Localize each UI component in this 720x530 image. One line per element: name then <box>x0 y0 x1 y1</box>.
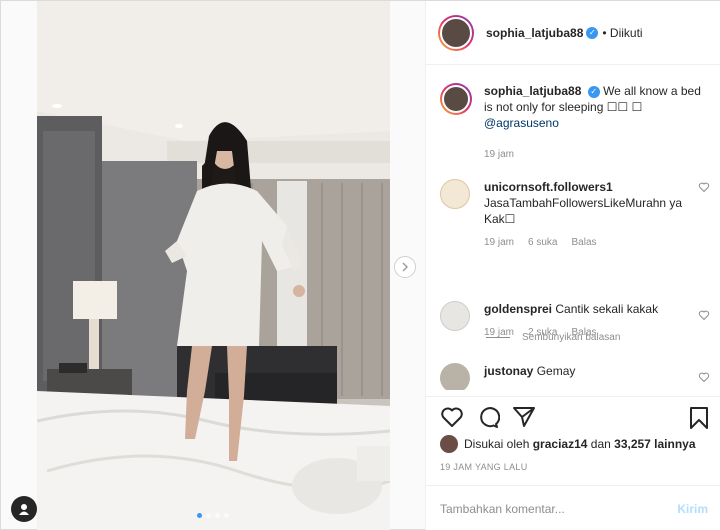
caption-mention[interactable]: @agrasuseno <box>484 116 559 130</box>
caption-avatar[interactable] <box>440 83 472 115</box>
comment-time[interactable]: 19 jam <box>484 327 514 338</box>
reply-button[interactable]: Balas <box>571 237 596 248</box>
bookmark-icon <box>690 407 708 429</box>
carousel-dot <box>215 513 220 518</box>
comment-item: goldensprei Cantik sekali kakak 19 jam 2… <box>440 301 710 338</box>
reply-button[interactable]: Balas <box>571 327 596 338</box>
comment-likes[interactable]: 6 suka <box>528 237 557 248</box>
caption-time[interactable]: 19 jam <box>484 149 514 160</box>
heart-icon <box>441 407 463 427</box>
comment-icon <box>480 406 500 428</box>
like-button[interactable] <box>440 405 464 429</box>
paper-plane-icon <box>513 406 535 427</box>
verified-badge-icon: ✓ <box>587 85 600 98</box>
comment-text: Gemay <box>536 364 576 378</box>
comment-username[interactable]: justonay <box>484 364 533 378</box>
caption: sophia_latjuba88 ✓ We all know a bed is … <box>440 83 710 160</box>
post-photo[interactable] <box>37 1 390 530</box>
comment-input[interactable] <box>440 501 678 516</box>
likes-prefix: Disukai oleh <box>464 437 530 451</box>
carousel-dot <box>206 513 211 518</box>
liker-username[interactable]: graciaz14 <box>533 437 588 451</box>
post-header: sophia_latjuba88 ✓ • Diikuti <box>426 1 720 65</box>
comment-text: Cantik sekali kakak <box>555 302 659 316</box>
commenter-avatar[interactable] <box>440 363 470 390</box>
heart-icon[interactable] <box>698 371 710 383</box>
likes-summary: Disukai oleh graciaz14 dan 33,257 lainny… <box>440 435 696 453</box>
person-icon <box>19 504 29 515</box>
verified-badge-icon: ✓ <box>586 26 599 39</box>
tagged-users-button[interactable] <box>11 496 37 522</box>
likes-conjunction: dan <box>590 437 611 451</box>
save-button[interactable] <box>688 406 710 433</box>
post-side-panel: sophia_latjuba88 ✓ • Diikuti sophia_latj… <box>425 1 720 530</box>
author-avatar[interactable] <box>438 14 474 51</box>
follow-status[interactable]: • Diikuti <box>602 26 642 40</box>
liker-avatar[interactable] <box>440 435 458 453</box>
send-comment-button[interactable]: Kirim <box>677 502 708 516</box>
post-actions <box>426 396 720 436</box>
heart-icon[interactable] <box>698 309 710 321</box>
comment-username[interactable]: unicornsoft.followers1 <box>484 180 613 194</box>
comments-list[interactable]: sophia_latjuba88 ✓ We all know a bed is … <box>426 65 720 390</box>
comment-text: JasaTambahFollowersLikeMurahn ya Kak☐ <box>484 196 683 226</box>
comment-username[interactable]: goldensprei <box>484 302 552 316</box>
comment-item: unicornsoft.followers1 JasaTambahFollowe… <box>440 179 710 248</box>
next-photo-button[interactable] <box>394 256 416 278</box>
carousel-dot-active <box>197 513 202 518</box>
likes-count[interactable]: 33,257 lainnya <box>614 437 695 451</box>
chevron-right-icon <box>402 262 408 272</box>
comment-likes[interactable]: 2 suka <box>528 327 557 338</box>
instagram-post-modal: sophia_latjuba88 ✓ • Diikuti sophia_latj… <box>0 0 720 530</box>
post-timestamp[interactable]: 19 JAM YANG LALU <box>440 462 528 472</box>
commenter-avatar[interactable] <box>440 179 470 209</box>
carousel-indicator <box>197 513 229 518</box>
caption-username[interactable]: sophia_latjuba88 <box>484 84 581 98</box>
share-button[interactable] <box>512 405 536 429</box>
comment-item: justonay Gemay <box>440 363 710 390</box>
bedroom-photo <box>37 1 390 530</box>
comment-time[interactable]: 19 jam <box>484 237 514 248</box>
add-comment-bar: Kirim <box>426 485 720 530</box>
carousel-dot <box>224 513 229 518</box>
comment-button[interactable] <box>476 405 500 429</box>
heart-icon[interactable] <box>698 181 710 193</box>
commenter-avatar[interactable] <box>440 301 470 331</box>
author-username[interactable]: sophia_latjuba88 <box>486 26 583 40</box>
